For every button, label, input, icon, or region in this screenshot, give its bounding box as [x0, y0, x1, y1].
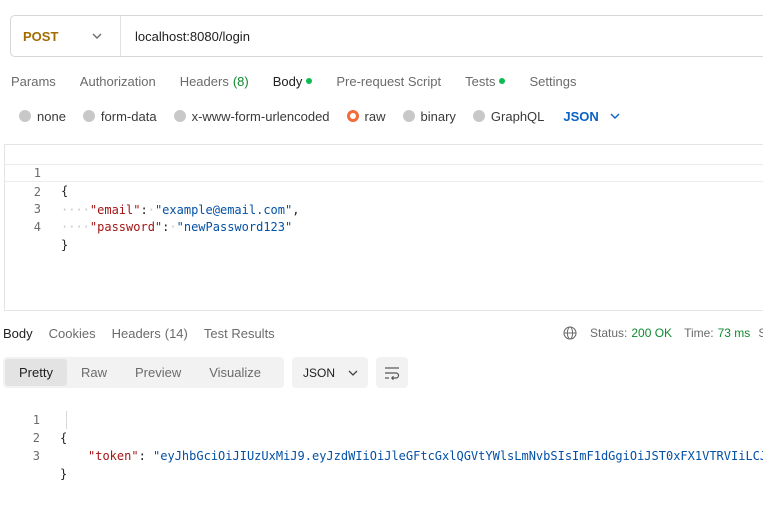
view-visualize[interactable]: Visualize: [195, 359, 275, 386]
wrap-lines-button[interactable]: [376, 357, 408, 388]
code-line: 2 "token": "eyJhbGciOiJIUzUxMiJ9.eyJzdWI…: [4, 411, 763, 463]
tab-label: Params: [11, 73, 56, 89]
radio-label: x-www-form-urlencoded: [191, 108, 330, 124]
tab-settings[interactable]: Settings: [529, 74, 576, 89]
tab-label: Settings: [529, 73, 577, 89]
tab-response-headers[interactable]: Headers (14): [112, 326, 188, 341]
tab-pre-request-script[interactable]: Pre-request Script: [336, 74, 441, 89]
tab-cookies[interactable]: Cookies: [49, 326, 96, 341]
tab-label: Test Results: [203, 325, 275, 341]
tab-test-results[interactable]: Test Results: [204, 326, 275, 341]
tab-label: Pre-request Script: [336, 73, 442, 89]
url-input[interactable]: localhost:8080/login: [121, 29, 250, 44]
tab-label: Cookies: [48, 325, 96, 341]
json-value: "newPassword123": [176, 220, 293, 234]
radio-label: raw: [364, 108, 386, 124]
view-pretty[interactable]: Pretty: [5, 359, 67, 386]
radio-selected-icon: [346, 110, 359, 122]
code-line: 4 }: [5, 200, 763, 252]
radio-icon: [173, 110, 186, 122]
tab-params[interactable]: Params: [11, 74, 56, 89]
response-format-label: JSON: [303, 365, 336, 380]
time-label: Time:: [684, 326, 714, 340]
status-value[interactable]: 200 OK: [631, 326, 672, 340]
code-line: 1 {: [4, 393, 763, 445]
close-brace: }: [60, 467, 68, 481]
tab-label: Headers: [179, 73, 229, 89]
request-body-editor[interactable]: 1 { 2 ····"email":·"example@email.com", …: [4, 144, 763, 311]
response-view-selector: Pretty Raw Preview Visualize: [3, 357, 284, 388]
view-raw[interactable]: Raw: [67, 359, 121, 386]
tab-headers[interactable]: Headers (8): [180, 74, 249, 89]
body-format-dropdown[interactable]: JSON: [563, 109, 620, 124]
body-indicator-dot: [306, 78, 313, 84]
body-type-selector: none form-data x-www-form-urlencoded raw…: [19, 106, 621, 126]
status-label: Status:: [590, 326, 628, 340]
method-selector[interactable]: POST: [11, 16, 121, 56]
tab-label: Body: [272, 73, 303, 89]
response-body-viewer[interactable]: 1 { 2 "token": "eyJhbGciOiJIUzUxMiJ9.eyJ…: [4, 393, 763, 481]
radio-icon: [402, 110, 415, 122]
chevron-down-icon: [92, 33, 102, 39]
method-label: POST: [23, 28, 59, 44]
headers-count: (8): [232, 73, 249, 89]
line-number: 3: [32, 449, 40, 463]
radio-raw[interactable]: raw: [346, 108, 386, 124]
tab-response-body[interactable]: Body: [3, 326, 33, 341]
radio-icon: [82, 110, 95, 122]
radio-form-data[interactable]: form-data: [82, 108, 157, 124]
globe-icon[interactable]: [563, 326, 577, 340]
radio-binary[interactable]: binary: [402, 108, 456, 124]
size-label: S: [758, 326, 763, 340]
code-line: 3 ····"password":·"newPassword123": [5, 182, 763, 234]
wrap-lines-icon: [385, 366, 400, 380]
response-tabs: Body Cookies Headers (14) Test Results: [3, 323, 291, 343]
code-line: 3 }: [4, 429, 763, 481]
close-brace: }: [61, 238, 69, 252]
radio-none[interactable]: none: [19, 109, 66, 124]
response-format-dropdown[interactable]: JSON: [292, 357, 368, 388]
tab-tests[interactable]: Tests: [465, 73, 506, 89]
request-url-bar: POST localhost:8080/login: [10, 15, 763, 57]
radio-graphql[interactable]: GraphQL: [472, 108, 545, 124]
chevron-down-icon: [348, 370, 358, 376]
request-tabs: Params Authorization Headers (8) Body Pre…: [11, 70, 600, 92]
radio-icon: [19, 110, 31, 122]
tab-label: Authorization: [79, 73, 156, 89]
view-preview[interactable]: Preview: [121, 359, 195, 386]
tab-label: Headers: [111, 325, 161, 341]
tab-authorization[interactable]: Authorization: [80, 74, 156, 89]
radio-icon: [472, 110, 485, 122]
chevron-down-icon: [610, 113, 620, 119]
json-value: "eyJhbGciOiJIUzUxMiJ9.eyJzdWIiOiJleGFtcG…: [153, 449, 763, 463]
tab-label: Body: [3, 325, 33, 341]
radio-x-www-form-urlencoded[interactable]: x-www-form-urlencoded: [173, 108, 330, 124]
json-key: "password": [89, 220, 163, 234]
line-number: 4: [33, 220, 41, 234]
radio-label: GraphQL: [490, 108, 545, 124]
tab-label: Tests: [465, 73, 496, 89]
tab-body[interactable]: Body: [273, 74, 313, 89]
code-line: 2 ····"email":·"example@email.com",: [5, 164, 763, 217]
time-value[interactable]: 73 ms: [718, 326, 751, 340]
radio-label: binary: [420, 108, 456, 124]
code-line: 1 {: [5, 146, 763, 198]
response-status-bar: Status: 200 OK Time: 73 ms S: [563, 323, 763, 343]
radio-label: none: [37, 108, 66, 124]
radio-label: form-data: [100, 108, 157, 124]
tests-indicator-dot: [499, 78, 506, 84]
json-key: "token": [88, 449, 139, 463]
body-format-label: JSON: [563, 108, 599, 124]
headers-count: (14): [164, 325, 188, 341]
